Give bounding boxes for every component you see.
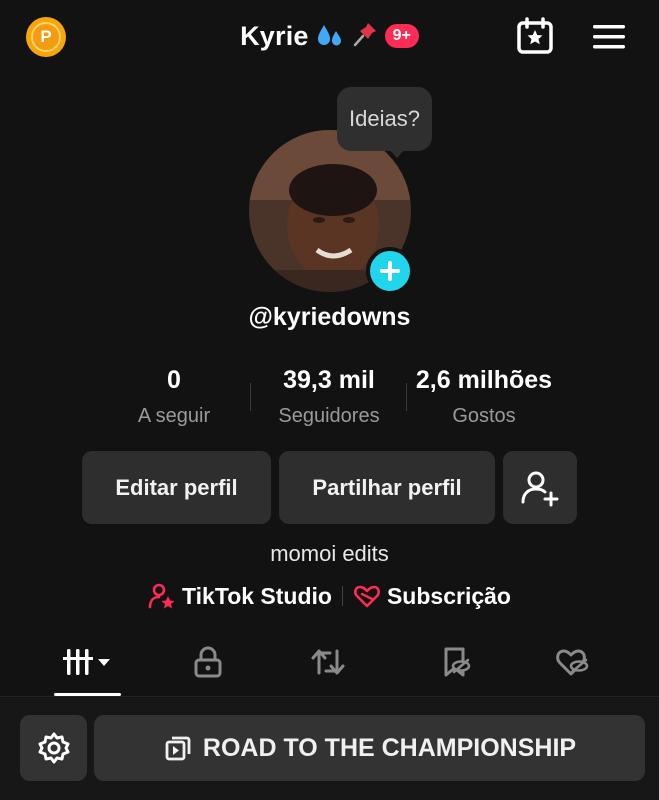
following-stat[interactable]: 0 A seguir — [124, 366, 224, 428]
followers-stat[interactable]: 39,3 mil Seguidores — [264, 366, 394, 428]
tiktok-studio-link[interactable]: TikTok Studio — [148, 582, 332, 610]
subscription-heart-icon — [353, 585, 380, 608]
bio-text: momoi edits — [270, 541, 389, 566]
subscription-link[interactable]: Subscrição — [353, 582, 511, 610]
profile-links: TikTok Studio Subscrição — [0, 582, 659, 610]
playlist-icon — [165, 736, 191, 761]
likes-count: 2,6 milhões — [415, 366, 553, 394]
edit-profile-button[interactable]: Editar perfil — [82, 451, 271, 524]
repost-icon — [311, 649, 345, 675]
share-profile-button[interactable]: Partilhar perfil — [279, 451, 495, 524]
tiktok-studio-label: TikTok Studio — [182, 582, 332, 609]
profile-header-title[interactable]: Kyrie 9+ — [0, 14, 659, 58]
subscription-label: Subscrição — [386, 582, 511, 609]
ideas-tooltip[interactable]: Ideias? — [337, 87, 432, 151]
tab-reposts[interactable] — [306, 640, 350, 684]
following-count: 0 — [167, 366, 181, 394]
calendar-star-icon[interactable] — [514, 15, 556, 57]
tab-private[interactable] — [186, 640, 230, 684]
heart-hidden-icon — [556, 649, 589, 676]
following-label: A seguir — [137, 405, 211, 427]
studio-user-star-icon — [148, 583, 175, 609]
content-tabs — [0, 640, 659, 696]
stat-divider — [250, 383, 251, 411]
username-handle: @kyriedowns — [248, 303, 411, 331]
playlist-button[interactable]: ROAD TO THE CHAMPIONSHIP — [94, 715, 645, 781]
tab-favorites[interactable] — [434, 640, 478, 684]
settings-button[interactable] — [20, 715, 87, 781]
plus-icon — [380, 261, 400, 281]
sweat-droplets-icon — [315, 21, 345, 51]
add-user-icon — [521, 471, 559, 506]
videos-grid-icon — [62, 649, 110, 675]
pushpin-icon — [351, 20, 379, 53]
followers-label: Seguidores — [278, 405, 380, 427]
ideas-tooltip-text: Ideias? — [349, 106, 420, 131]
likes-stat[interactable]: 2,6 milhões Gostos — [404, 366, 564, 428]
tooltip-tail — [388, 148, 406, 158]
lock-icon — [194, 646, 222, 678]
tabs-divider — [0, 696, 659, 697]
gear-icon — [38, 732, 69, 764]
tab-liked[interactable] — [551, 640, 595, 684]
add-friends-button[interactable] — [503, 451, 577, 524]
tab-videos[interactable] — [54, 640, 121, 684]
account-name: Kyrie — [240, 20, 309, 51]
playlist-title: ROAD TO THE CHAMPIONSHIP — [202, 733, 577, 762]
link-divider — [341, 586, 343, 606]
bookmark-hidden-icon — [444, 647, 471, 677]
add-photo-button[interactable] — [366, 247, 414, 295]
notification-badge[interactable]: 9+ — [384, 24, 419, 48]
hamburger-menu-icon[interactable] — [589, 20, 629, 54]
likes-label: Gostos — [452, 405, 516, 427]
followers-count: 39,3 mil — [283, 366, 375, 394]
